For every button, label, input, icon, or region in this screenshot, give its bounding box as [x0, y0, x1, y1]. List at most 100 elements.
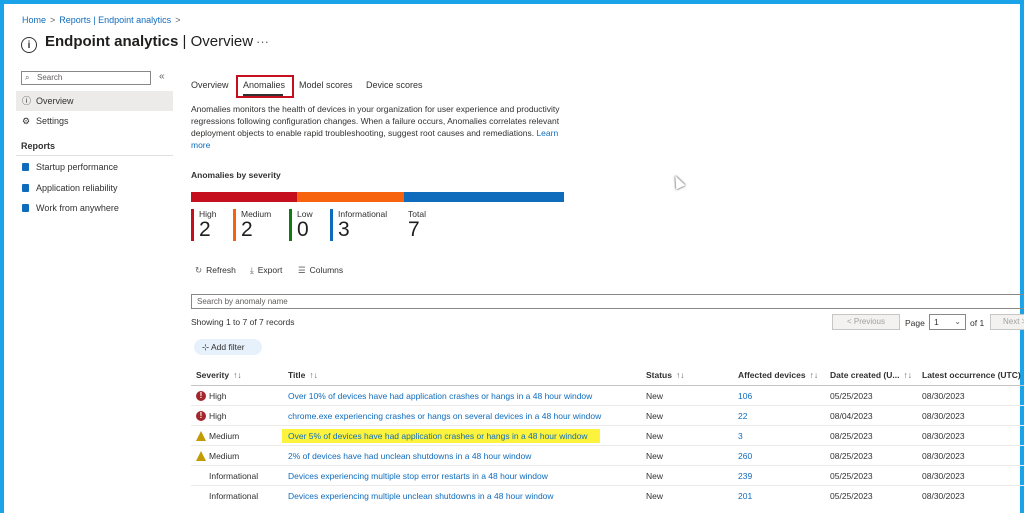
sidebar-item-overview[interactable]: ⓘ Overview	[16, 91, 173, 111]
warning-icon	[196, 431, 206, 441]
affected-devices-link[interactable]: 22	[738, 411, 747, 421]
anomaly-title-link[interactable]: chrome.exe experiencing crashes or hangs…	[288, 411, 601, 421]
report-icon	[22, 163, 29, 171]
row-divider	[191, 445, 1024, 446]
report-icon	[22, 204, 29, 212]
sidebar-item-work-from-anywhere[interactable]: Work from anywhere	[16, 198, 173, 218]
severity-bar-informational	[404, 192, 564, 202]
latest-occurrence-cell: 08/30/2023	[922, 391, 965, 401]
download-icon: ⤓	[250, 265, 254, 275]
sidebar-search-input[interactable]: ⌕ Search	[21, 71, 151, 85]
latest-occurrence-cell: 08/30/2023	[922, 471, 965, 481]
breadcrumb: Home > Reports | Endpoint analytics >	[22, 15, 184, 25]
date-created-cell: 05/25/2023	[830, 491, 873, 501]
highlight-box	[236, 75, 294, 98]
table-row: Informational	[209, 491, 259, 501]
previous-page-button[interactable]: < Previous	[832, 314, 900, 330]
sort-icon: ↑↓	[675, 370, 685, 380]
chevron-right-icon: >	[50, 15, 56, 25]
row-divider	[191, 405, 1024, 406]
refresh-button[interactable]: ↻ Refresh	[195, 265, 236, 276]
anomaly-search-input[interactable]: Search by anomaly name	[191, 294, 1024, 309]
column-header-status[interactable]: Status ↑↓	[646, 370, 684, 380]
columns-button[interactable]: ☰ Columns	[298, 265, 343, 276]
sort-icon: ↑↓	[809, 370, 819, 380]
date-created-cell: 08/04/2023	[830, 411, 873, 421]
affected-devices-link[interactable]: 260	[738, 451, 752, 461]
record-count: Showing 1 to 7 of 7 records	[191, 317, 295, 327]
sidebar-section-reports: Reports	[21, 141, 56, 151]
anomaly-title-link[interactable]: Devices experiencing multiple stop error…	[288, 471, 548, 481]
latest-occurrence-cell: 08/30/2023	[922, 431, 965, 441]
column-header-title[interactable]: Title ↑↓	[288, 370, 318, 380]
search-icon: ⌕	[25, 73, 30, 82]
status-cell: New	[646, 391, 664, 401]
error-icon: !	[196, 391, 206, 401]
kpi-high: High 2	[191, 209, 216, 241]
info-icon: ⓘ	[22, 96, 32, 106]
severity-bar-medium	[297, 192, 404, 202]
next-page-button[interactable]: Next >	[990, 314, 1024, 330]
export-button[interactable]: ⤓ Export	[250, 265, 282, 276]
anomaly-title-link[interactable]: Devices experiencing multiple unclean sh…	[288, 491, 554, 501]
column-header-latest-occurrence[interactable]: Latest occurrence (UTC)	[922, 370, 1021, 380]
anomaly-title-link[interactable]: 2% of devices have had unclean shutdowns…	[288, 451, 531, 461]
divider	[16, 155, 173, 156]
sort-icon: ↑↓	[309, 370, 318, 380]
status-cell: New	[646, 411, 664, 421]
description: Anomalies monitors the health of devices…	[191, 104, 560, 150]
anomaly-title-link[interactable]: Over 10% of devices have had application…	[288, 391, 592, 401]
column-header-affected-devices[interactable]: Affected devices ↑↓	[738, 370, 818, 380]
column-header-date-created[interactable]: Date created (U... ↑↓	[830, 370, 912, 380]
gear-icon: ⚙	[22, 116, 31, 126]
collapse-sidebar-icon[interactable]: «	[159, 71, 165, 82]
info-icon: i	[21, 37, 37, 53]
column-header-severity[interactable]: Severity ↑↓	[196, 370, 242, 380]
severity-bar-high	[191, 192, 297, 202]
sort-icon: ↑↓	[903, 370, 912, 380]
date-created-cell: 05/25/2023	[830, 391, 873, 401]
affected-devices-link[interactable]: 3	[738, 431, 743, 441]
row-divider	[191, 485, 1024, 486]
affected-devices-link[interactable]: 106	[738, 391, 752, 401]
breadcrumb-reports[interactable]: Reports | Endpoint analytics	[59, 15, 171, 25]
date-created-cell: 08/25/2023	[830, 451, 873, 461]
status-cell: New	[646, 451, 664, 461]
date-created-cell: 05/25/2023	[830, 471, 873, 481]
page-select[interactable]: 1 ⌄	[929, 314, 966, 330]
kpi-low: Low 0	[289, 209, 313, 241]
report-icon	[22, 184, 29, 192]
table-row: Medium	[196, 431, 276, 441]
breadcrumb-home[interactable]: Home	[22, 15, 46, 25]
sidebar-item-settings[interactable]: ⚙ Settings	[16, 111, 173, 131]
kpi-informational: Informational 3	[330, 209, 387, 241]
table-row: Informational	[209, 471, 259, 481]
refresh-icon: ↻	[195, 265, 203, 275]
latest-occurrence-cell: 08/30/2023	[922, 411, 965, 421]
latest-occurrence-cell: 08/30/2023	[922, 491, 965, 501]
sort-icon: ↑↓	[233, 370, 242, 380]
affected-devices-link[interactable]: 201	[738, 491, 752, 501]
tab-device-scores[interactable]: Device scores	[366, 80, 423, 90]
sidebar-item-startup-performance[interactable]: Startup performance	[16, 157, 173, 177]
latest-occurrence-cell: 08/30/2023	[922, 451, 965, 461]
tab-overview[interactable]: Overview	[191, 80, 229, 90]
page-label: Page	[905, 318, 925, 328]
status-cell: New	[646, 431, 664, 441]
row-divider	[191, 465, 1024, 466]
kpi-total: Total 7	[400, 209, 426, 241]
row-divider	[191, 425, 1024, 426]
date-created-cell: 08/25/2023	[830, 431, 873, 441]
sidebar-item-application-reliability[interactable]: Application reliability	[16, 178, 173, 198]
severity-heading: Anomalies by severity	[191, 170, 281, 180]
affected-devices-link[interactable]: 239	[738, 471, 752, 481]
table-row: ! High	[196, 391, 276, 401]
status-cell: New	[646, 491, 664, 501]
more-options-icon[interactable]: ···	[256, 34, 269, 49]
error-icon: !	[196, 411, 206, 421]
page-title: Endpoint analytics | Overview	[45, 33, 254, 50]
header-divider	[191, 385, 1024, 386]
tab-model-scores[interactable]: Model scores	[299, 80, 353, 90]
anomaly-title-link[interactable]: Over 5% of devices have had application …	[288, 431, 588, 441]
add-filter-button[interactable]: ⊹ Add filter	[194, 339, 262, 355]
